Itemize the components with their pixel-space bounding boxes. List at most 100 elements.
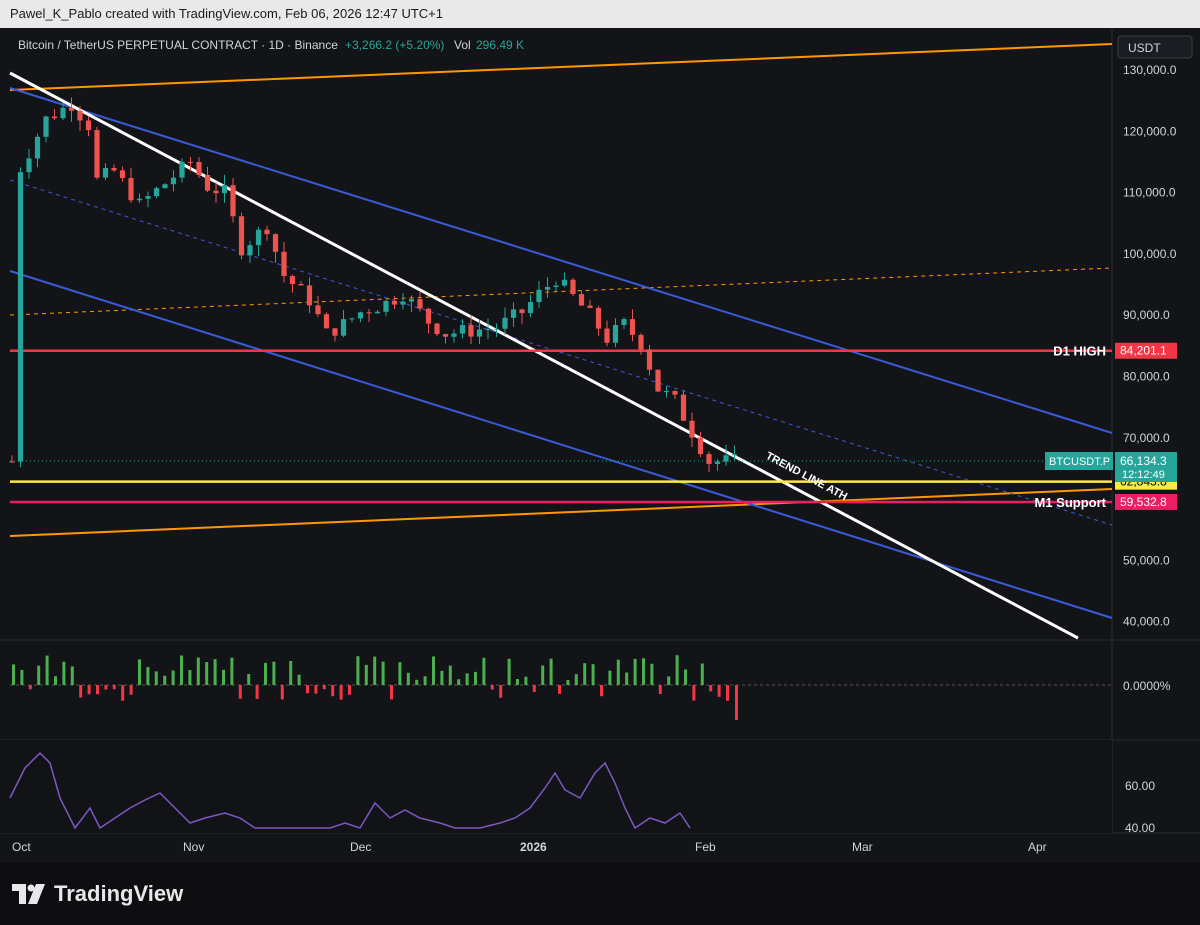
candle-body [213,190,219,194]
oscillator-bar [541,665,545,685]
candle-body [570,279,576,294]
oscillator-bar [583,663,587,685]
oscillator-bar [222,669,225,685]
candle-body [179,161,185,178]
oscillator-bar [650,663,654,685]
oscillator-bar [280,685,284,700]
candle-body [536,289,542,303]
candle-body [663,391,670,393]
candle-body [417,299,423,309]
oscillator-bar [356,656,360,685]
chart-frame: 0.0000% 60.00 40.00 130,000.0 120,000.0 110… [0,28,1200,863]
chart-svg[interactable]: 0.0000% 60.00 40.00 130,000.0 120,000.0 110… [0,28,1200,863]
candle-body [145,196,151,199]
oscillator-bar [465,673,469,685]
oscillator-bar [70,666,74,685]
candle-body [629,319,636,335]
tradingview-logo-icon [12,884,45,904]
watermark-bar: Pawel_K_Pablo created with TradingView.c… [0,0,1200,28]
candle-body [34,136,41,159]
oscillator-bar [297,674,301,685]
oscillator-bar [54,676,57,685]
oscillator-bar [96,685,99,695]
candle-body [476,329,483,337]
oscillator-bar [381,661,385,685]
oscillator-bar [238,685,242,699]
oscillator-bar [37,665,41,685]
oscillator-bar [633,658,637,685]
oscillator-bar [507,658,511,685]
candle-body [247,245,253,256]
price-tick-label: 100,000.0 [1123,247,1177,261]
oscillator-bar [255,685,259,699]
oscillator-bar [373,656,377,685]
oscillator-bar [121,685,125,701]
oscillator-bar [272,661,276,685]
price-tick-label: 40,000.0 [1123,615,1170,629]
oscillator-bar [112,685,116,690]
oscillator-bar [642,658,645,685]
candle-body [162,184,168,189]
time-tick-label: Feb [695,840,716,854]
candle-body [26,158,32,173]
oscillator-bar [196,657,200,685]
candle-body [306,285,313,306]
oscillator-bar [600,685,603,697]
tradingview-logo[interactable]: TradingView [12,881,183,907]
last-price-symbol-text: BTCUSDT.P [1049,456,1110,468]
candle-body [102,168,109,178]
oscillator-bar [717,685,721,697]
candle-body [340,319,347,336]
candle-body [136,198,143,201]
candle-body [128,178,134,201]
level-label-0: D1 HIGH [1053,344,1106,359]
oscillator-bar [440,670,444,685]
oscillator-bar [322,685,326,690]
oscillator-bar [306,685,309,694]
candle-body [400,301,406,305]
oscillator-bar [499,685,503,698]
time-tick-label: Nov [183,840,204,854]
oscillator-bar [516,679,519,685]
oscillator-bar [591,664,595,685]
oscillator-bar [490,685,494,690]
oscillator-bar [247,674,251,685]
candle-body [595,307,602,329]
footer: TradingView [0,863,1200,925]
candle-body [468,325,474,337]
candle-body [9,461,15,463]
oscillator-zero-label: 0.0000% [1123,679,1171,693]
candle-body [204,174,211,191]
candle-body [451,333,457,337]
oscillator-bar [608,670,612,685]
price-tick-label: 70,000.0 [1123,431,1170,445]
oscillator-bar [616,659,620,685]
oscillator-bar [205,662,209,685]
candle-body [357,312,364,319]
oscillator-bar [415,679,419,685]
rsi-tick-label: 40.00 [1125,821,1155,835]
currency-label: USDT [1128,41,1161,55]
candle-body [510,309,517,318]
chart-background [0,28,1200,863]
candle-body [94,130,100,178]
candle-body [153,188,160,197]
candle-body [111,168,117,171]
oscillator-bar [658,685,662,694]
candle-body [221,185,228,194]
oscillator-bar [171,670,175,685]
oscillator-bar [524,676,528,685]
candle-body [238,216,245,256]
oscillator-bar [138,659,141,685]
candle-body [272,234,279,252]
oscillator-bar [28,685,32,690]
time-tick-label: Oct [12,840,31,854]
oscillator-bar [558,685,561,694]
candle-body [714,461,721,464]
candle-body [281,251,287,277]
oscillator-bar [180,655,183,685]
candle-body [459,325,466,334]
oscillator-bar [549,658,553,685]
oscillator-bar [532,685,536,692]
oscillator-bar [79,685,83,698]
